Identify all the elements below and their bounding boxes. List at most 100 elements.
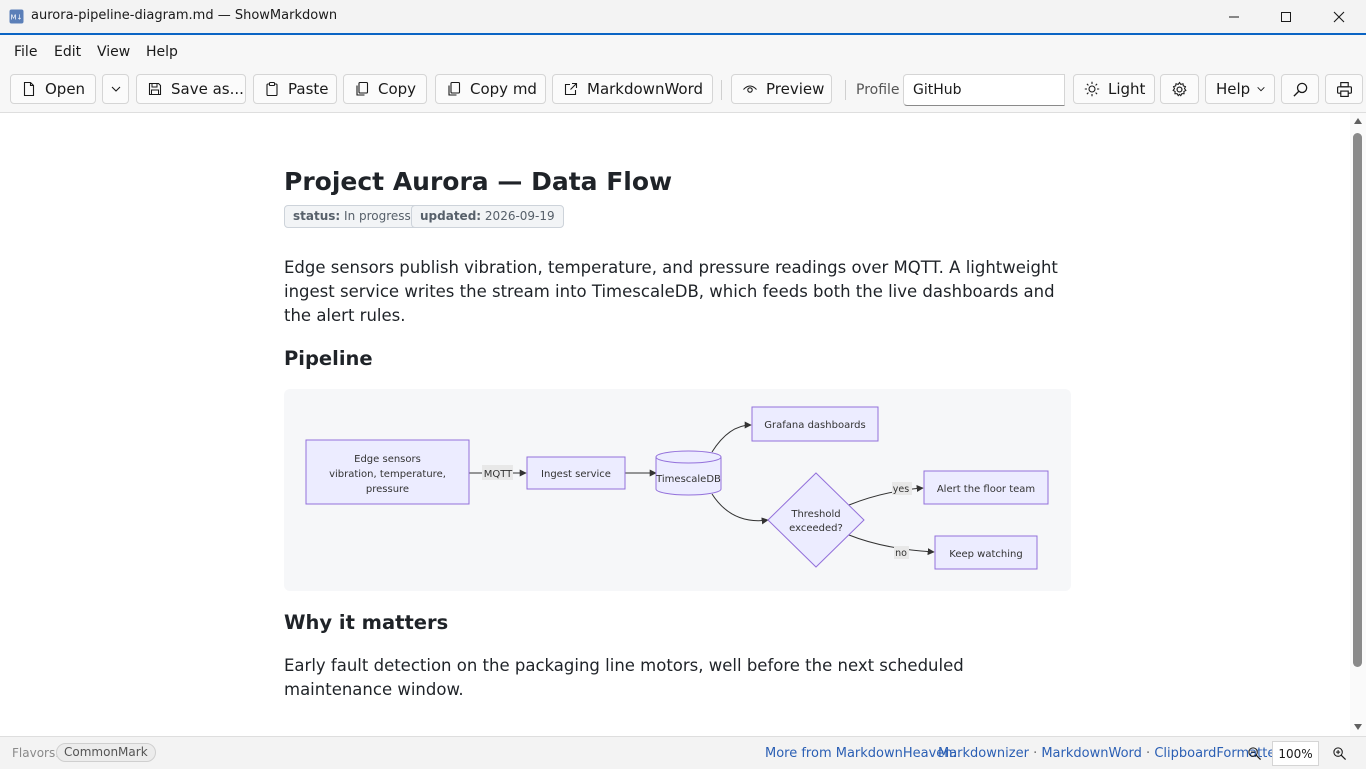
zoom-level[interactable]: 100% [1272, 741, 1319, 766]
toolbar-separator [721, 80, 722, 100]
title-bar: M↓ aurora-pipeline-diagram.md — ShowMark… [0, 0, 1366, 33]
node-threshold-decision: Threshold exceeded? [767, 472, 865, 568]
menu-bar: File Edit View Help [0, 35, 1366, 68]
link-separator: · [1146, 746, 1151, 761]
svg-text:pressure: pressure [366, 484, 409, 495]
svg-text:Ingest service: Ingest service [541, 469, 611, 480]
markdownword-button[interactable]: MarkdownWord [552, 74, 713, 104]
theme-button[interactable]: Light [1073, 74, 1155, 104]
paste-button[interactable]: Paste [253, 74, 337, 104]
node-grafana-dashboards: Grafana dashboards [751, 406, 879, 442]
mqtt-label: MQTT [484, 469, 513, 480]
zoom-in-button[interactable] [1326, 740, 1352, 766]
help-button[interactable]: Help [1205, 74, 1275, 104]
updated-badge: updated: 2026-09-19 [411, 205, 564, 228]
search-icon [1292, 82, 1307, 97]
copy-md-label: Copy md [470, 80, 537, 98]
sun-icon [1084, 81, 1100, 97]
close-icon [1333, 11, 1344, 22]
maximize-icon [1280, 11, 1291, 22]
node-edge-sensors: Edge sensors vibration, temperature, pre… [305, 439, 470, 505]
external-link-icon [564, 82, 578, 96]
svg-text:vibration, temperature,: vibration, temperature, [329, 469, 446, 480]
copy-button[interactable]: Copy [343, 74, 427, 104]
copy-label: Copy [378, 80, 417, 98]
menu-view[interactable]: View [97, 44, 130, 60]
settings-button[interactable] [1160, 74, 1199, 104]
svg-text:Grafana dashboards: Grafana dashboards [764, 420, 865, 431]
markdownword-label: MarkdownWord [587, 80, 704, 98]
print-button[interactable] [1325, 74, 1363, 104]
flavor-chip[interactable]: CommonMark [56, 743, 156, 762]
svg-text:M↓: M↓ [11, 14, 23, 22]
status-badge-value: In progress [344, 209, 411, 223]
gear-icon [1172, 81, 1187, 97]
pipeline-diagram: MQTT yes no Edge sensors vibration, temp… [284, 389, 1071, 591]
menu-file[interactable]: File [14, 44, 37, 60]
status-bar: Flavors: CommonMark More from MarkdownHe… [0, 736, 1366, 769]
window-title: aurora-pipeline-diagram.md — ShowMarkdow… [31, 8, 338, 23]
svg-text:Threshold: Threshold [790, 509, 840, 520]
no-label: no [895, 548, 907, 559]
scroll-up-arrow-icon[interactable] [1353, 117, 1363, 125]
edge-db-to-decision [711, 493, 769, 525]
pipeline-heading: Pipeline [284, 347, 373, 370]
save-icon [148, 82, 162, 96]
open-button[interactable]: Open [10, 74, 96, 104]
copy-md-icon [448, 81, 461, 96]
profile-label: Profile [856, 82, 900, 98]
minimize-button[interactable] [1207, 0, 1260, 33]
svg-text:TimescaleDB: TimescaleDB [655, 474, 721, 485]
chevron-down-icon [1257, 87, 1265, 92]
toolbar: Open Save as... Paste Copy Copy md Markd… [0, 68, 1366, 113]
link-separator: · [1033, 746, 1038, 761]
edge-decision-to-keep [848, 534, 935, 556]
flavors-label: Flavors: [12, 746, 60, 760]
flowchart: MQTT yes no Edge sensors vibration, temp… [305, 406, 1049, 570]
link-markdownizer[interactable]: Markdownizer [938, 746, 1029, 761]
menu-help[interactable]: Help [146, 44, 178, 60]
file-icon [23, 81, 35, 97]
preview-label: Preview [766, 80, 825, 98]
scrollbar-thumb[interactable] [1353, 133, 1362, 667]
app-icon: M↓ [9, 9, 24, 24]
clipboard-icon [266, 82, 278, 97]
open-dropdown-button[interactable] [102, 74, 129, 104]
related-apps-links: Markdownizer · MarkdownWord · ClipboardF… [938, 746, 1281, 761]
zoom-out-button[interactable] [1241, 740, 1267, 766]
updated-badge-key: updated: [420, 209, 482, 223]
updated-badge-value: 2026-09-19 [484, 209, 555, 223]
toolbar-separator [845, 80, 846, 100]
node-timescaledb: TimescaleDB [655, 450, 722, 496]
scroll-down-arrow-icon[interactable] [1353, 723, 1363, 731]
node-keep-watching: Keep watching [934, 535, 1038, 570]
search-button[interactable] [1281, 74, 1319, 104]
save-as-button[interactable]: Save as... [136, 74, 246, 104]
minimize-icon [1228, 16, 1239, 17]
edge-db-to-grafana [711, 421, 752, 453]
svg-text:Edge sensors: Edge sensors [354, 454, 421, 465]
preview-button[interactable]: Preview [731, 74, 832, 104]
open-label: Open [45, 80, 86, 98]
status-badge: status: In progress [284, 205, 420, 228]
why-heading: Why it matters [284, 611, 449, 634]
close-button[interactable] [1312, 0, 1365, 33]
markdown-preview: Project Aurora — Data Flow status: In pr… [0, 113, 1350, 736]
svg-text:Keep watching: Keep watching [949, 549, 1022, 560]
intro-paragraph: Edge sensors publish vibration, temperat… [284, 258, 1058, 325]
svg-text:exceeded?: exceeded? [789, 523, 843, 534]
help-label: Help [1216, 80, 1251, 98]
zoom-out-icon [1247, 746, 1261, 760]
paste-label: Paste [288, 80, 329, 98]
status-badge-key: status: [293, 209, 341, 223]
copy-icon [356, 81, 369, 96]
maximize-button[interactable] [1259, 0, 1312, 33]
node-alert-floor-team: Alert the floor team [923, 470, 1049, 505]
menu-edit[interactable]: Edit [54, 44, 81, 60]
copy-md-button[interactable]: Copy md [435, 74, 546, 104]
chevron-down-icon [111, 86, 120, 92]
profile-input[interactable] [903, 74, 1065, 106]
svg-text:Alert the floor team: Alert the floor team [937, 484, 1035, 495]
document-title: Project Aurora — Data Flow [284, 167, 673, 196]
link-markdownword[interactable]: MarkdownWord [1041, 746, 1142, 761]
